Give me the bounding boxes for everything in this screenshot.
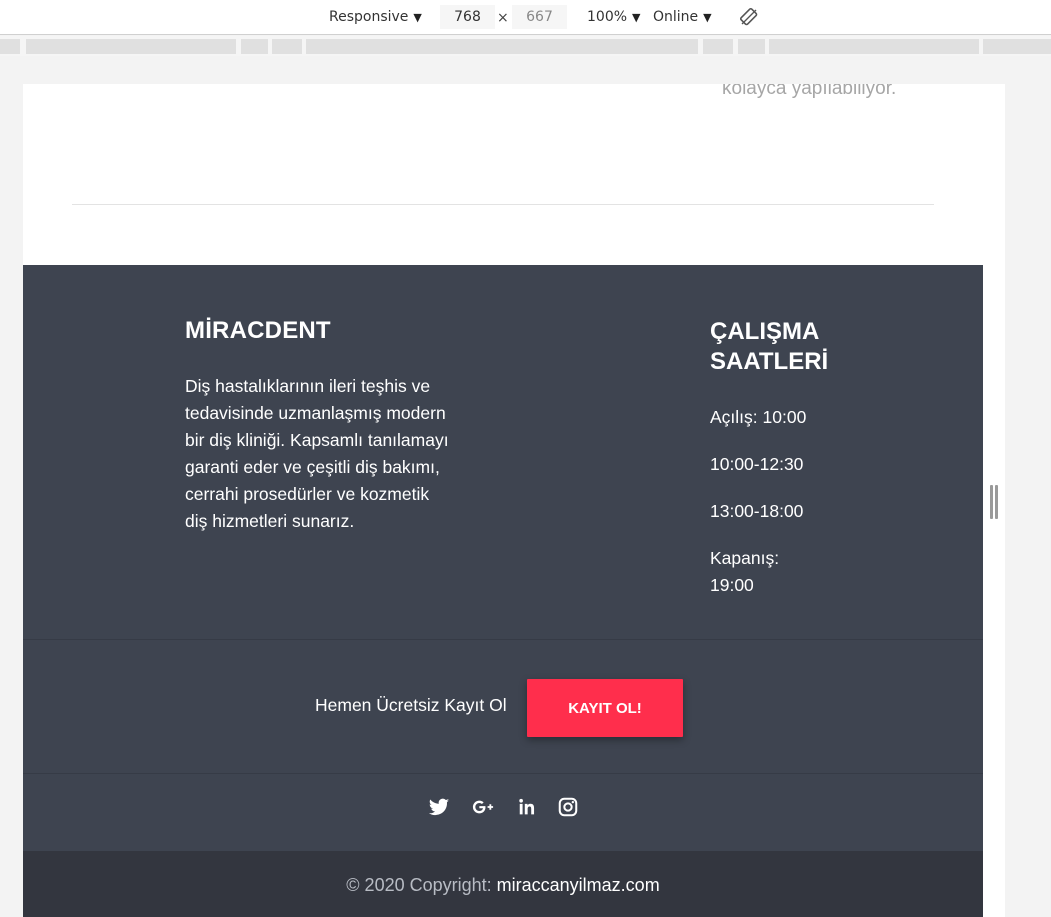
instagram-icon [558,797,578,817]
resize-grip-line [995,485,998,519]
feature-text-clipped: kolayca yapılabiliyor. [722,84,897,99]
working-hours-title: ÇALIŞMA SAATLERİ [710,318,829,375]
footer-brand-description: Diş hastalıklarının ileri teşhis ve teda… [185,376,449,531]
footer-divider [23,639,983,640]
ruler-segment[interactable] [241,39,268,54]
google-plus-link[interactable] [472,796,494,818]
ruler-segment[interactable] [0,39,20,54]
working-hours-item: Açılış: 10:00 [710,407,807,427]
twitter-link[interactable] [428,796,450,818]
ruler-segment[interactable] [272,39,302,54]
media-query-ruler [0,36,1051,56]
site-footer: MİRACDENT Diş hastalıklarının ileri teşh… [23,265,983,917]
linkedin-link[interactable] [517,796,539,818]
google-plus-icon [472,800,494,814]
device-select[interactable]: Responsive ▼ [329,9,422,25]
viewport-width-input[interactable] [440,5,495,29]
viewport-height-input[interactable] [512,5,567,29]
ruler-segment[interactable] [26,39,236,54]
chevron-down-icon: ▼ [413,11,422,24]
device-select-label: Responsive [329,9,409,25]
instagram-link[interactable] [557,796,579,818]
section-divider [72,204,934,205]
devtools-toolbar: Responsive ▼ × 100% ▼ Online ▼ [0,0,1051,35]
working-hours-item: Kapanış: 19:00 [710,548,780,595]
linkedin-icon [519,798,535,815]
ruler-segment[interactable] [769,39,979,54]
ruler-segment[interactable] [306,39,698,54]
zoom-select-label: 100% [587,9,628,25]
rotate-icon[interactable] [740,8,758,26]
network-select-label: Online [653,9,699,25]
footer-brand-title: MİRACDENT [185,317,331,344]
page-viewport: kolayca yapılabiliyor. MİRACDENT Diş has… [23,84,983,917]
dimension-separator: × [497,10,509,26]
signup-button[interactable]: KAYIT OL! [527,679,683,737]
chevron-down-icon: ▼ [703,11,712,24]
copyright-prefix: © 2020 Copyright: [346,875,497,895]
footer-divider [23,773,983,774]
working-hours-item: 10:00-12:30 [710,454,804,474]
ruler-segment[interactable] [738,39,765,54]
working-hours-item: 13:00-18:00 [710,501,804,521]
copyright-text: © 2020 Copyright: miraccanyilmaz.com [23,875,983,896]
viewport-resize-handle[interactable] [990,485,1000,521]
twitter-icon [428,798,450,816]
copyright-site-link[interactable]: miraccanyilmaz.com [497,875,660,895]
signup-cta-text: Hemen Ücretsiz Kayıt Ol [315,695,507,715]
ruler-segment[interactable] [983,39,1051,54]
ruler-segment[interactable] [703,39,733,54]
chevron-down-icon: ▼ [632,11,641,24]
copyright-bar: © 2020 Copyright: miraccanyilmaz.com [23,851,983,917]
zoom-select[interactable]: 100% ▼ [587,9,641,25]
network-throttle-select[interactable]: Online ▼ [653,9,712,25]
resize-grip-line [990,485,993,519]
